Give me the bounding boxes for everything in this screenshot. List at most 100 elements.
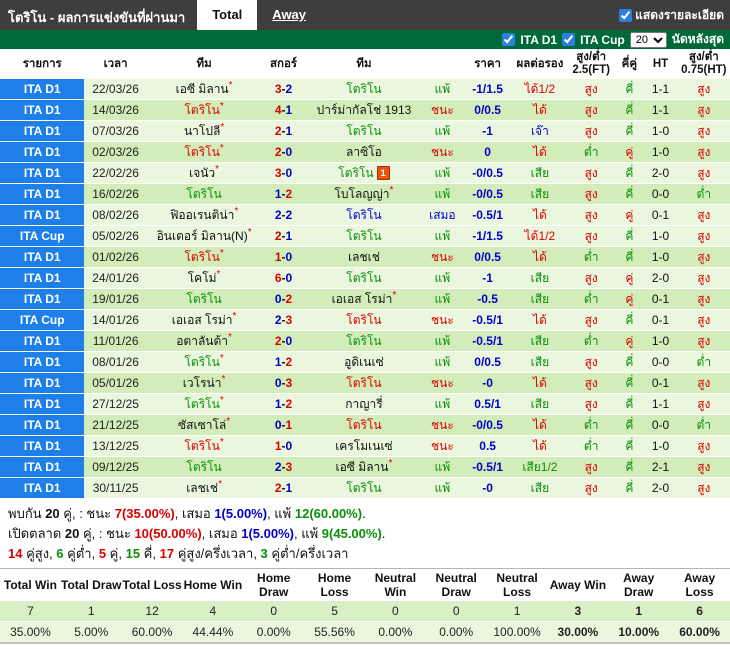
home-team[interactable]: โตริโน — [186, 187, 221, 201]
home-team[interactable]: ซัสเซาโล่ — [178, 418, 226, 432]
over-under-ht: สูง — [677, 267, 730, 289]
home-team[interactable]: เวโรน่า — [183, 376, 222, 390]
away-team[interactable]: โตริโน — [346, 418, 381, 432]
home-team-cell: โตริโน* — [146, 141, 262, 163]
home-team[interactable]: โตริโน — [186, 292, 221, 306]
league-badge[interactable]: ITA D1 — [0, 288, 85, 310]
show-details-checkbox[interactable] — [619, 8, 633, 22]
half-time-score: 1-1 — [643, 99, 678, 121]
stats-count: 0 — [243, 601, 305, 622]
home-team[interactable]: เอเอส โรม่า — [172, 313, 233, 327]
league-badge[interactable]: ITA D1 — [0, 183, 85, 205]
league-badge[interactable]: ITA D1 — [0, 435, 85, 457]
away-team[interactable]: อูดิเนเซ่ — [344, 355, 384, 369]
away-team[interactable]: ลาซิโอ — [346, 145, 382, 159]
league-badge[interactable]: ITA D1 — [0, 330, 85, 352]
league-badge[interactable]: ITA D1 — [0, 162, 85, 184]
summary-line: พบกัน 20 คู่, : ชนะ 7(35.00%), เสมอ 1(5.… — [8, 504, 728, 524]
home-advantage-star-icon: * — [219, 353, 224, 364]
home-team[interactable]: เอซี มิลาน — [176, 82, 229, 96]
home-team[interactable]: โตริโน — [184, 397, 219, 411]
home-team[interactable]: ฟิออเรนติน่า — [170, 208, 234, 222]
away-team[interactable]: โตริโน — [346, 334, 381, 348]
away-team[interactable]: โตริโน — [346, 313, 381, 327]
home-team[interactable]: โตริโน — [184, 355, 219, 369]
tab-total[interactable]: Total — [197, 0, 258, 30]
tab-away[interactable]: Away — [257, 0, 321, 30]
home-team[interactable]: โตริโน — [184, 145, 219, 159]
away-team[interactable]: เลชเช่ — [348, 250, 380, 264]
away-team[interactable]: โตริโน — [346, 229, 381, 243]
away-team[interactable]: โตริโน — [346, 208, 381, 222]
handicap-result: ได้ — [512, 309, 568, 331]
home-team[interactable]: โตริโน — [184, 439, 219, 453]
away-team[interactable]: โบโลญญ่า — [334, 187, 389, 201]
league-badge[interactable]: ITA D1 — [0, 267, 85, 289]
home-team[interactable]: โตริโน — [184, 103, 219, 117]
home-team[interactable]: โคโม่ — [188, 271, 217, 285]
summary-segment: . — [381, 526, 386, 541]
match-date: 01/02/26 — [84, 246, 147, 268]
match-count-select[interactable]: 20 — [629, 31, 667, 48]
league-badge[interactable]: ITA D1 — [0, 141, 85, 163]
col-header-odds: ราคา — [462, 49, 513, 79]
league-badge[interactable]: ITA D1 — [0, 120, 85, 142]
handicap-result: เสีย — [512, 288, 568, 310]
match-row: ITA D1 22/03/26 เอซี มิลาน* 3-2 โตริโน แพ้ -1/… — [0, 79, 730, 100]
home-team[interactable]: โตริโน — [184, 250, 219, 264]
over-under-ft: สูง — [567, 351, 616, 373]
home-goals: 2 — [274, 460, 282, 474]
home-goals: 1 — [274, 250, 282, 264]
league-badge[interactable]: ITA D1 — [0, 351, 85, 373]
home-team[interactable]: อตาลันต้า — [176, 334, 228, 348]
handicap-result: ได้ — [512, 372, 568, 394]
away-team[interactable]: เครโมเนเซ่ — [335, 439, 392, 453]
match-row: ITA D1 07/03/26 นาโปลี* 2-1 โตริโน แพ้ -1 เจ๊าส… — [0, 120, 730, 142]
match-date: 14/01/26 — [84, 309, 147, 331]
away-team[interactable]: เอเอส โรม่า — [332, 292, 393, 306]
over-under-ft: สูง — [567, 204, 616, 226]
home-team[interactable]: โตริโน — [186, 460, 221, 474]
league-badge[interactable]: ITA D1 — [0, 79, 85, 100]
stats-count: 1 — [486, 601, 548, 622]
away-team[interactable]: เอซี มิลาน — [336, 460, 389, 474]
league-badge[interactable]: ITA D1 — [0, 414, 85, 436]
over-under-ft: สูง — [567, 99, 616, 121]
away-team[interactable]: โตริโน — [346, 82, 381, 96]
home-team[interactable]: เจนัว — [189, 166, 215, 180]
away-team[interactable]: โตริโน — [346, 271, 381, 285]
league-badge[interactable]: ITA D1 — [0, 372, 85, 394]
away-team[interactable]: โตริโน — [338, 166, 373, 180]
summary-segment: 10(50.00%) — [134, 526, 202, 541]
home-team-cell: เวโรน่า* — [146, 372, 262, 394]
over-under-ht: สูง — [677, 330, 730, 352]
league-badge[interactable]: ITA D1 — [0, 456, 85, 478]
league-badge[interactable]: ITA D1 — [0, 393, 85, 415]
stats-percent: 60.00% — [121, 621, 183, 643]
home-team[interactable]: เลชเช่ — [186, 481, 218, 495]
handicap-result: เจ๊า — [512, 120, 568, 142]
away-team[interactable]: โตริโน — [346, 124, 381, 138]
league-checkbox-ita-cup[interactable] — [562, 33, 576, 46]
league-checkbox-ita-d1[interactable] — [502, 33, 516, 46]
half-time-score: 1-0 — [643, 435, 678, 457]
over-under-ht: ต่ำ — [677, 183, 730, 205]
league-badge[interactable]: ITA D1 — [0, 99, 85, 121]
league-badge[interactable]: ITA Cup — [0, 225, 85, 247]
home-team[interactable]: อินเตอร์ มิลาน(N) — [157, 229, 248, 243]
away-team[interactable]: ปาร์ม่ากัลโช่ 1913 — [317, 103, 412, 117]
summary-segment: คู่สูง/ครึ่งเวลา, — [174, 546, 261, 561]
away-team[interactable]: กาญารี่ — [345, 397, 382, 411]
handicap-odds: -1/1.5 — [462, 225, 513, 247]
summary-segment: 1(5.00%) — [214, 506, 268, 521]
home-team[interactable]: นาโปลี — [184, 124, 220, 138]
league-badge[interactable]: ITA D1 — [0, 246, 85, 268]
league-badge[interactable]: ITA D1 — [0, 477, 85, 499]
away-team[interactable]: โตริโน — [346, 481, 381, 495]
match-result-word: แพ้ — [422, 330, 463, 352]
away-team[interactable]: โตริโน — [346, 376, 381, 390]
summary-block: พบกัน 20 คู่, : ชนะ 7(35.00%), เสมอ 1(5.… — [0, 499, 730, 568]
league-badge[interactable]: ITA D1 — [0, 204, 85, 226]
league-badge[interactable]: ITA Cup — [0, 309, 85, 331]
home-advantage-star-icon: * — [228, 80, 233, 91]
